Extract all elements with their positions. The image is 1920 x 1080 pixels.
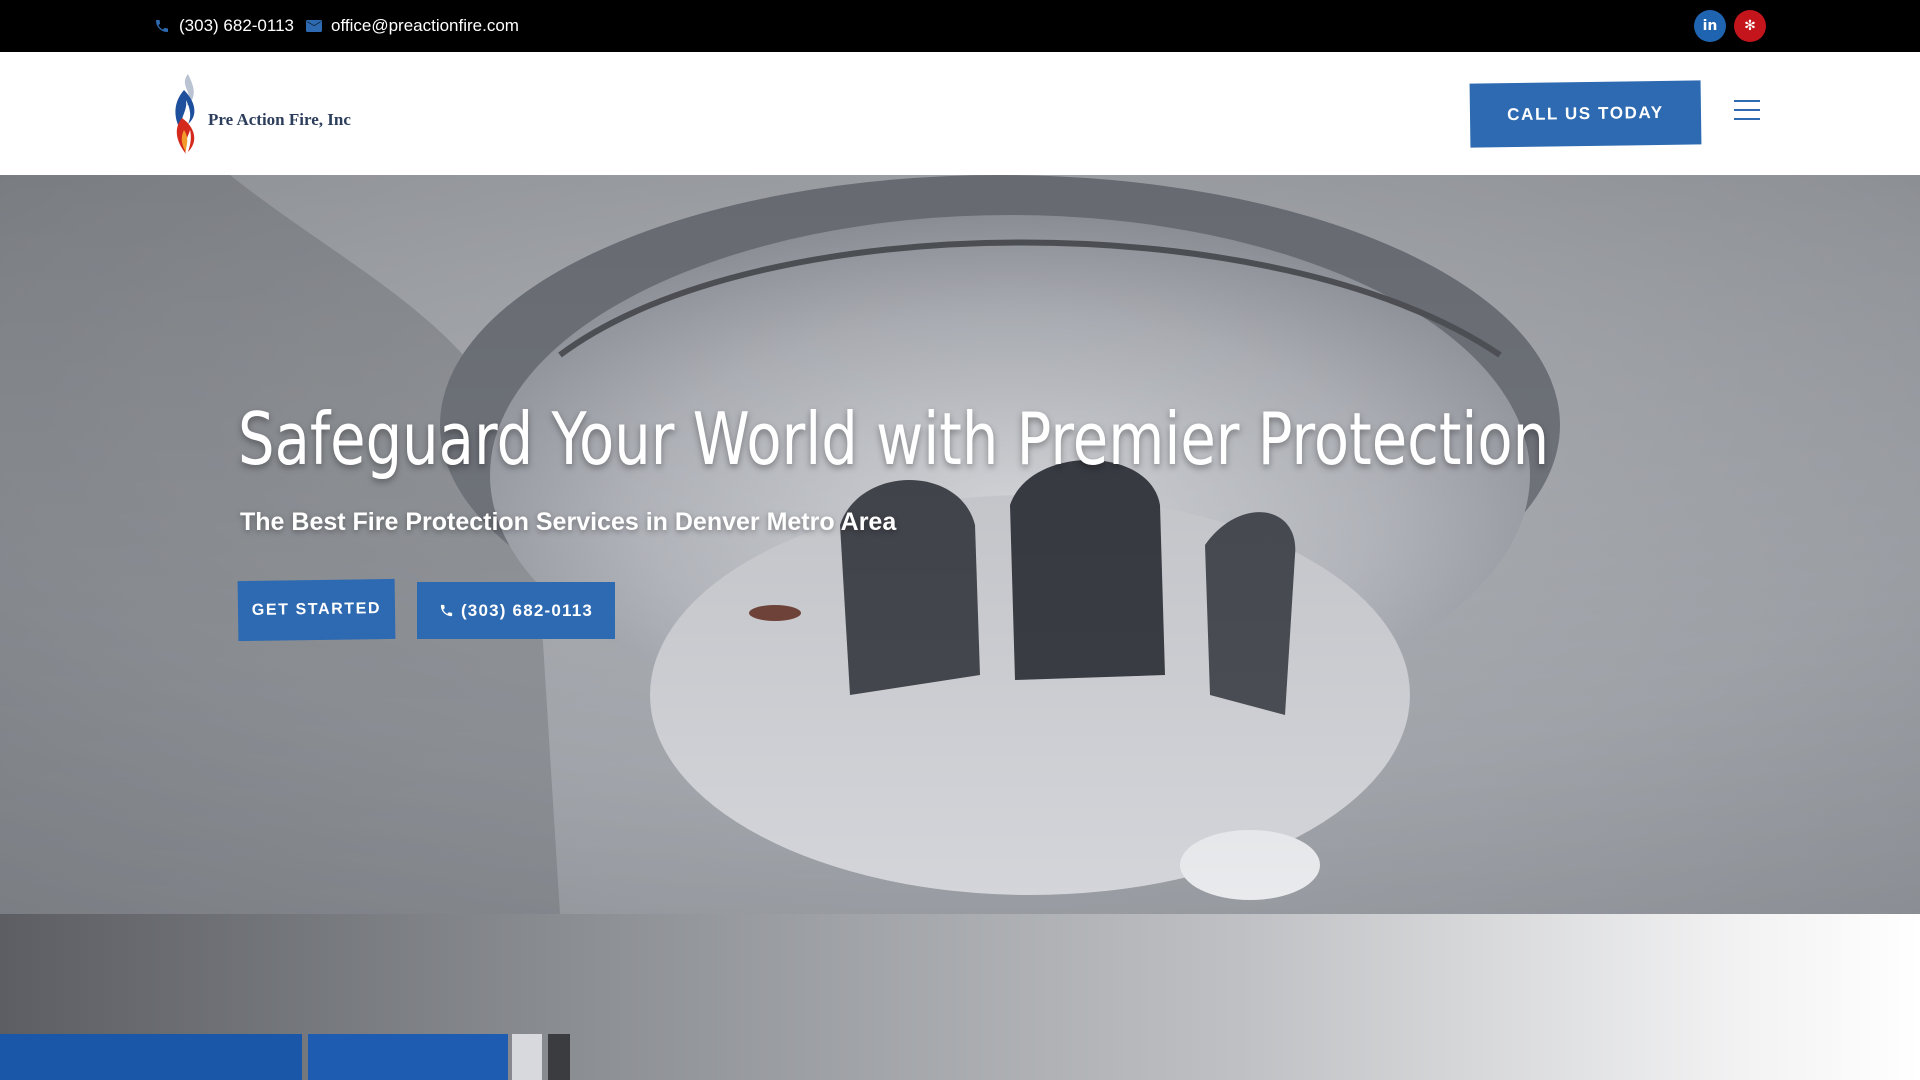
top-bar: (303) 682-0113 office@preactionfire.com … [0,0,1920,52]
flame-logo-icon [175,74,195,154]
smoke-detector-photo [0,175,1920,914]
menu-line [1734,100,1760,102]
call-us-today-button[interactable]: CALL US TODAY [1469,80,1702,148]
get-started-button[interactable]: GET STARTED [237,578,396,642]
hero-subtitle: The Best Fire Protection Services in Den… [240,508,897,536]
site-logo[interactable]: Pre Action Fire, Inc [168,72,368,156]
topbar-email-text: office@preactionfire.com [331,16,519,35]
site-header: Pre Action Fire, Inc CALL US TODAY [0,52,1920,175]
menu-line [1734,109,1760,111]
hero-phone-button[interactable]: (303) 682-0113 [417,582,615,639]
logo-text: Pre Action Fire, Inc [208,110,351,129]
section-image-panel [308,1034,508,1080]
hero-phone-text: (303) 682-0113 [460,600,594,620]
topbar-phone-link[interactable]: (303) 682-0113 [152,0,294,52]
topbar-email-link[interactable]: office@preactionfire.com [304,0,519,52]
phone-icon [152,16,172,36]
section-image-panel [0,1034,302,1080]
yelp-icon[interactable]: ✻ [1734,10,1766,42]
services-section-preview [0,914,1920,1080]
section-image-panel [512,1034,542,1080]
linkedin-glyph: in [1702,18,1718,34]
phone-icon [439,603,454,618]
linkedin-icon[interactable]: in [1694,10,1726,42]
yelp-glyph: ✻ [1744,18,1756,34]
envelope-icon [304,16,324,36]
hero-section: Safeguard Your World with Premier Protec… [0,175,1920,914]
hamburger-menu-icon[interactable] [1734,100,1760,122]
section-image-panel [548,1034,570,1080]
topbar-phone-text: (303) 682-0113 [179,16,294,35]
hero-title: Safeguard Your World with Premier Protec… [238,397,1550,481]
menu-line [1734,118,1760,120]
